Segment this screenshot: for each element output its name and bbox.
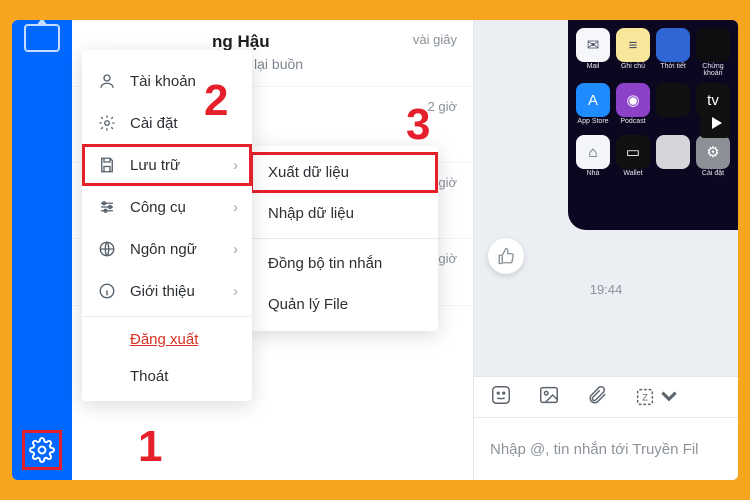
gear-icon [29,437,55,463]
chat-name: ng Hậu [212,32,303,52]
storage-submenu: Xuất dữ liệu Nhập dữ liệu Đồng bộ tin nh… [250,146,438,331]
menu-label: Cài đặt [130,115,178,132]
menu-item-tools[interactable]: Công cụ › [82,186,252,228]
sticker-icon[interactable] [490,384,512,411]
phone-app-icon: ⌂Nhà [576,135,610,177]
reaction-like-button[interactable] [488,238,524,274]
menu-item-about[interactable]: Giới thiệu › [82,270,252,312]
settings-gear-button[interactable] [22,430,62,470]
chevron-right-icon: › [233,199,238,216]
save-icon [96,154,118,176]
phone-app-icon: ✉Mail [576,28,610,77]
screenshot-icon[interactable]: Z [634,386,680,408]
message-timestamp: 19:44 [474,282,738,297]
rail-top-icon[interactable] [24,24,60,52]
chevron-right-icon: › [233,157,238,174]
submenu-export[interactable]: Xuất dữ liệu [250,152,438,193]
content-panel: ✉Mail≡Ghi chúThời tiếtChứng khoán AApp S… [474,20,738,480]
phone-app-icon: ≡Ghi chú [616,28,650,77]
settings-menu: Tài khoản Cài đặt Lưu trữ › Công cụ › Ng… [82,50,252,401]
globe-icon [96,238,118,260]
phone-app-icon: ▭Wallet [616,135,650,177]
info-icon [96,280,118,302]
submenu-files[interactable]: Quản lý File [250,284,438,325]
menu-item-settings[interactable]: Cài đặt [82,102,252,144]
menu-label: Lưu trữ [130,157,180,174]
svg-text:Z: Z [642,393,648,403]
phone-app-icon: AApp Store [576,83,610,125]
menu-item-language[interactable]: Ngôn ngữ › [82,228,252,270]
menu-item-storage[interactable]: Lưu trữ › [82,144,252,186]
chevron-right-icon: › [233,241,238,258]
app-window: ng Hậu : xong lại buồn vài giây 2 giờ 5 … [12,20,738,480]
phone-app-icon: Thời tiết [656,28,690,77]
gear-icon [96,112,118,134]
phone-app-icon: ⚙Cài đặt [696,135,730,177]
sliders-icon [96,196,118,218]
chat-time: vài giây [413,32,457,47]
submenu-sync[interactable]: Đồng bộ tin nhắn [250,243,438,284]
image-icon[interactable] [538,384,560,411]
phone-app-icon [656,83,690,125]
divider [250,238,438,239]
phone-app-icon: ◉Podcast [616,83,650,125]
menu-label: Công cụ [130,199,186,216]
submenu-import[interactable]: Nhập dữ liệu [250,193,438,234]
menu-label: Đăng xuất [130,331,198,348]
menu-label: Ngôn ngữ [130,241,197,258]
phone-screenshot: ✉Mail≡Ghi chúThời tiếtChứng khoán AApp S… [568,20,738,230]
left-rail [12,20,72,480]
phone-app-icon: Chứng khoán [696,28,730,77]
attach-icon[interactable] [586,384,608,411]
user-icon [96,70,118,92]
menu-label: Giới thiệu [130,283,195,300]
play-icon[interactable] [700,108,730,138]
chat-time: 2 giờ [428,99,458,114]
menu-item-logout[interactable]: Đăng xuất [82,321,252,358]
chevron-right-icon: › [233,283,238,300]
message-input[interactable] [490,441,722,458]
input-toolbar: Z [474,376,738,418]
menu-item-account[interactable]: Tài khoản [82,60,252,102]
menu-label: Thoát [130,368,168,385]
message-input-area[interactable] [474,418,738,480]
menu-label: Tài khoản [130,73,196,90]
phone-app-icon [656,135,690,177]
menu-item-exit[interactable]: Thoát [82,358,252,395]
